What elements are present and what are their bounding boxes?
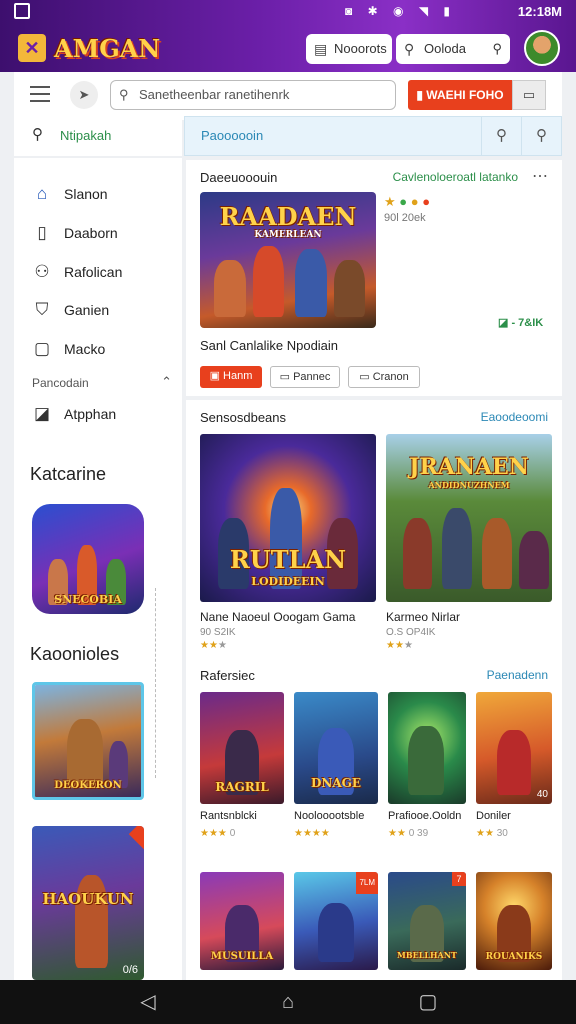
notifications-button[interactable]: ▤ Nooorots bbox=[306, 34, 392, 64]
category-thumbnail[interactable]: SNECOBIA bbox=[32, 504, 144, 614]
section-featured-games: Sensosdbeans Eaoodeoomi RUTLAN LODIDEEIN… bbox=[186, 400, 562, 662]
image-icon: ▭ bbox=[279, 371, 294, 383]
divider bbox=[155, 588, 156, 778]
calendar-icon: ▤ bbox=[314, 41, 328, 57]
search-icon[interactable]: ⚲ bbox=[481, 117, 521, 155]
sidebar-section-toggle[interactable]: Pancodain ⌃ bbox=[32, 374, 172, 390]
price-tag: ◪ - 7&IK bbox=[498, 317, 544, 329]
section-recommended: Rafersiec Paenadenn RAGRIL Rantsnblcki ★… bbox=[186, 662, 562, 980]
window-icon[interactable]: ▭ bbox=[512, 80, 546, 110]
status-icons: ◙ ✱ ◉ ◥ ▮ bbox=[345, 4, 456, 18]
game-image[interactable]: RAGRIL bbox=[200, 692, 284, 804]
search-icon: ⚲ bbox=[404, 41, 415, 57]
recents-icon[interactable]: ▢ bbox=[416, 990, 440, 1014]
app-logo-text[interactable]: AMGAN bbox=[54, 34, 160, 63]
collection-thumbnail[interactable]: DEOKERON bbox=[32, 682, 144, 800]
search-icon: ⚲ bbox=[119, 87, 129, 102]
user-icon: ▮ bbox=[416, 88, 427, 102]
home-icon: ⌂ bbox=[36, 184, 48, 203]
sidebar-heading-collections: Kaoonioles bbox=[30, 644, 120, 664]
section-title: Sensosdbeans bbox=[200, 410, 287, 425]
sidebar-item-documents[interactable]: ▯ Daaborn bbox=[14, 215, 182, 253]
tag-icon: ◪ bbox=[498, 317, 512, 329]
sidebar-heading-categories: Katcarine bbox=[30, 464, 107, 484]
panel-button[interactable]: ▭ Pannec bbox=[270, 366, 340, 388]
search-icon: ⚲ bbox=[32, 126, 43, 143]
game-image[interactable]: RUTLAN LODIDEEIN bbox=[200, 434, 376, 602]
sidebar-item-groups[interactable]: ⚇ Rafolican bbox=[14, 254, 182, 292]
rating-stars: ★★★ bbox=[200, 640, 227, 651]
game-image[interactable]: 40 bbox=[476, 692, 552, 804]
rating-icons: ★ ● ● ● bbox=[384, 194, 431, 209]
search-icon[interactable]: ⚲ bbox=[492, 34, 502, 64]
featured-game-image[interactable]: RAADAEN KAMERLEAN bbox=[200, 192, 376, 328]
sidebar-item-games[interactable]: ⛉ Ganien bbox=[14, 292, 182, 330]
toolbar: ➤ ⚲ Sanetheenbar ranetihenrk ▮ WAEHI FOH… bbox=[14, 72, 562, 120]
app-header: ◙ ✱ ◉ ◥ ▮ 12:18M ✕ AMGAN ▤ Nooorots ⚲ Oo… bbox=[0, 0, 576, 72]
game-image[interactable]: MUSUILLA bbox=[200, 872, 284, 970]
avatar[interactable] bbox=[524, 30, 560, 66]
status-time: 12:18M bbox=[517, 4, 562, 19]
system-nav-bar: ◁ ⌂ ▢ bbox=[0, 980, 576, 1024]
logo-icon[interactable]: ✕ bbox=[18, 34, 46, 62]
rating-stars: ★★ 0 39 bbox=[388, 828, 429, 839]
edit-icon: ◪ bbox=[33, 404, 51, 423]
back-icon[interactable]: ◁ bbox=[136, 990, 160, 1014]
filter-bar: Paoooooin ⚲ ⚲ bbox=[184, 116, 562, 156]
featured-meta: 90l 20ek bbox=[384, 212, 426, 224]
rating-stars: ★★★★ bbox=[294, 828, 330, 839]
rating-stars: ★★★ 0 bbox=[200, 828, 236, 839]
search-input[interactable]: ⚲ Sanetheenbar ranetihenrk bbox=[110, 80, 396, 110]
featured-panel: Daeeuooouin Cavlenoloeroatl latanko ⋯ RA… bbox=[186, 160, 562, 396]
featured-caption: Sanl Canlalike Npodiain bbox=[200, 338, 339, 353]
sidebar-item-apps[interactable]: ◪ Atpphan bbox=[14, 396, 182, 434]
menu-icon[interactable] bbox=[30, 86, 50, 102]
search-icon[interactable]: ⚲ bbox=[521, 117, 561, 155]
see-all-link[interactable]: Paenadenn bbox=[487, 668, 548, 682]
sidebar: ⌂ Slanon ▯ Daaborn ⚇ Rafolican ⛉ Ganien … bbox=[14, 158, 182, 980]
image-icon: ▭ bbox=[359, 371, 373, 383]
notification-icon bbox=[14, 3, 30, 19]
group-icon: ⚇ bbox=[34, 262, 50, 281]
game-image[interactable]: 7LM bbox=[294, 872, 378, 970]
game-image[interactable]: ROUANIKS bbox=[476, 872, 552, 970]
rating-stars: ★★★ bbox=[386, 640, 413, 651]
document-icon: ▯ bbox=[37, 223, 47, 242]
home-icon[interactable]: ⌂ bbox=[276, 990, 300, 1014]
collection-thumbnail[interactable]: HAOUKUN 0/6 bbox=[32, 826, 144, 980]
filter-label: Paoooooin bbox=[201, 128, 264, 143]
shield-icon: ⛉ bbox=[35, 300, 49, 319]
box-icon: ▢ bbox=[33, 339, 51, 358]
sidebar-item-box[interactable]: ▢ Macko bbox=[14, 331, 182, 369]
game-image[interactable]: MBELLHANT 7 bbox=[388, 872, 466, 970]
game-image[interactable]: DNAGE bbox=[294, 692, 378, 804]
header-search-button[interactable]: ⚲ Ooloda ⚲ bbox=[396, 34, 510, 64]
game-image[interactable] bbox=[388, 692, 466, 804]
crane-button[interactable]: ▭ Cranon bbox=[348, 366, 420, 388]
see-all-link[interactable]: Eaoodeoomi bbox=[481, 410, 548, 424]
home-icon: ▣ bbox=[209, 370, 224, 382]
featured-title: Daeeuooouin bbox=[200, 170, 278, 185]
primary-action-button[interactable]: ▮ WAEHI FOHO bbox=[408, 80, 512, 110]
status-bar: ◙ ✱ ◉ ◥ ▮ 12:18M bbox=[0, 0, 576, 24]
sidebar-item-home[interactable]: ⌂ Slanon bbox=[14, 176, 182, 214]
rating-stars: ★★ 30 bbox=[476, 828, 508, 839]
game-image[interactable]: JRANAEN ANDIDNUZHNEM bbox=[386, 434, 552, 602]
featured-link[interactable]: Cavlenoloeroatl latanko bbox=[393, 170, 518, 184]
sidebar-search[interactable]: ⚲ Ntipakah bbox=[14, 116, 182, 156]
section-title: Rafersiec bbox=[200, 668, 255, 683]
home-button[interactable]: ▣ Hanm bbox=[200, 366, 262, 388]
more-icon[interactable]: ⋯ bbox=[532, 166, 548, 186]
navigate-icon[interactable]: ➤ bbox=[70, 81, 98, 109]
chevron-up-icon: ⌃ bbox=[161, 374, 172, 389]
